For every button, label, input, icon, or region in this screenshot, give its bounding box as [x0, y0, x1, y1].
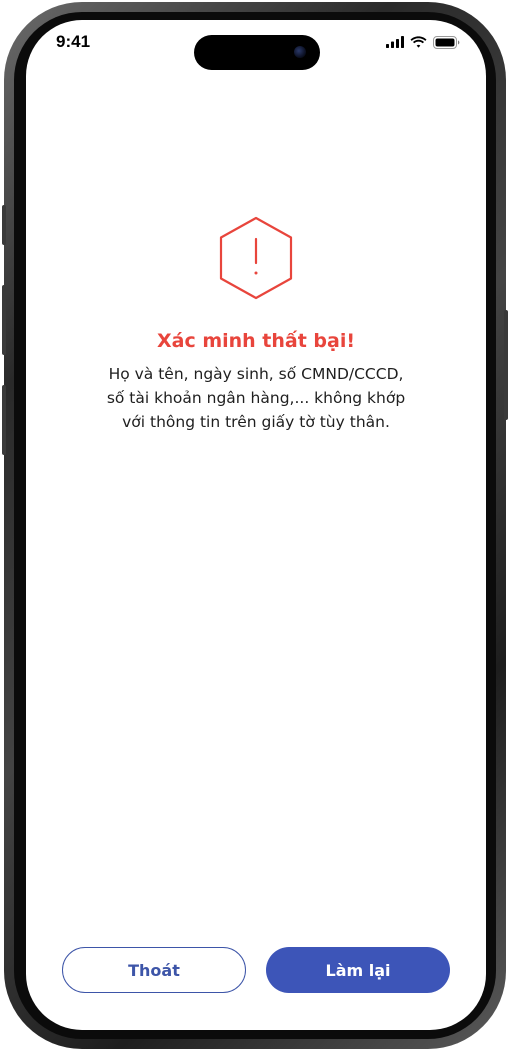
retry-button[interactable]: Làm lại — [266, 947, 450, 993]
volume-down-button — [2, 385, 6, 455]
warning-hexagon-icon — [219, 216, 293, 300]
screen: 9:41 Xác minh thất bại! Họ và tên, ngày … — [26, 20, 486, 1030]
status-bar: 9:41 — [26, 20, 486, 70]
battery-icon — [433, 35, 460, 49]
error-title: Xác minh thất bại! — [156, 330, 356, 352]
volume-up-button — [2, 285, 6, 355]
dynamic-island — [194, 35, 320, 70]
message-line: Họ và tên, ngày sinh, số CMND/CCCD, — [108, 365, 404, 383]
message-line: với thông tin trên giấy tờ tùy thân. — [122, 413, 390, 431]
cellular-signal-icon — [386, 36, 404, 48]
message-line: số tài khoản ngân hàng,... không khớp — [106, 389, 406, 407]
front-camera-icon — [294, 46, 306, 58]
status-icons — [386, 35, 460, 49]
status-time: 9:41 — [56, 32, 91, 51]
error-message: Họ và tên, ngày sinh, số CMND/CCCD, số t… — [46, 362, 466, 434]
wifi-icon — [410, 36, 427, 48]
power-button — [504, 310, 508, 420]
exit-button[interactable]: Thoát — [62, 947, 246, 993]
action-button — [2, 205, 6, 245]
